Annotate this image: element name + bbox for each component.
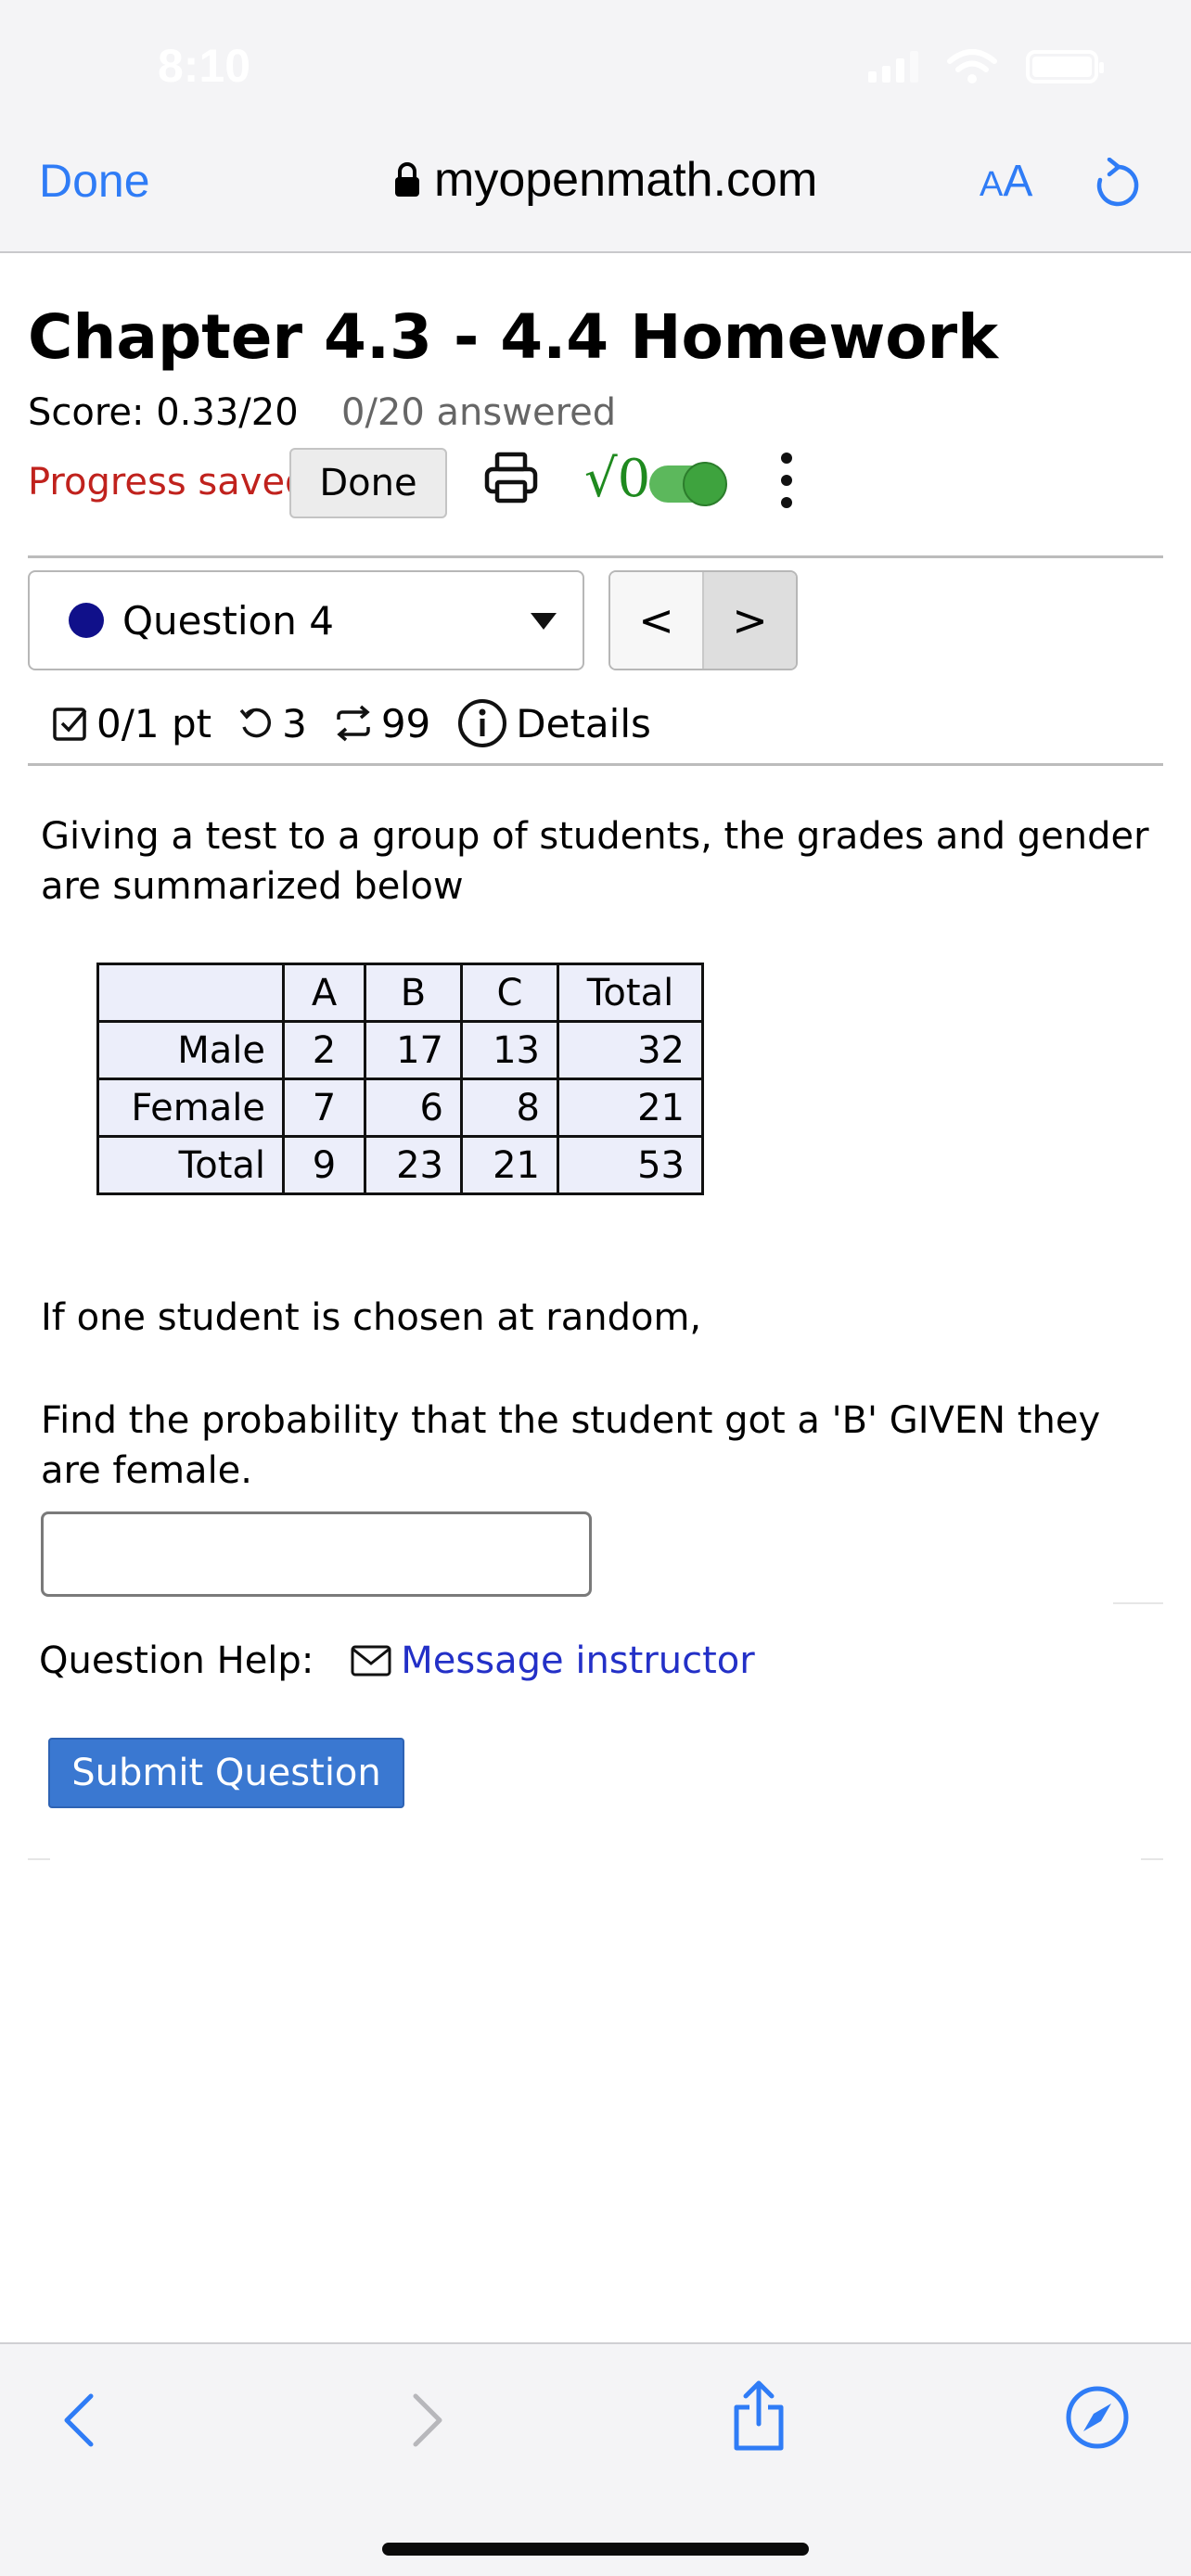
reload-icon[interactable] [1093,158,1141,210]
details-button[interactable]: Details [456,697,651,749]
regenerate-icon [337,705,370,742]
forward-icon[interactable] [403,2391,449,2450]
home-indicator [382,2543,809,2556]
chevron-down-icon [531,613,557,630]
table-cell: 17 [364,1020,463,1080]
table-row: Total 9 23 21 53 [96,1135,704,1195]
table-cell: 2 [282,1020,366,1080]
compass-icon[interactable] [1065,2385,1130,2450]
answer-input[interactable] [41,1511,592,1597]
mail-icon [351,1645,391,1677]
browser-bottom-bar [0,2342,1191,2576]
address-bar[interactable]: myopenmath.com [393,152,817,208]
table-cell: 53 [557,1135,704,1195]
wifi-icon [947,49,997,83]
info-icon [458,699,507,747]
table-cell: 13 [460,1020,559,1080]
table-cell: 6 [364,1078,463,1138]
table-cell: A [282,963,366,1023]
status-icons [868,48,1104,85]
answered-count: 0/20 answered [341,391,617,434]
status-time: 8:10 [158,40,251,92]
table-cell: 7 [282,1078,366,1138]
previous-question-button[interactable]: < [610,572,704,669]
more-options-icon[interactable] [781,453,794,508]
attempts-count: 3 [282,700,307,746]
table-cell [96,963,285,1023]
attempts-icon [239,708,272,738]
question-status-dot [69,603,104,638]
table-cell: 23 [364,1135,463,1195]
printer-icon[interactable] [482,449,540,506]
back-icon[interactable] [58,2391,104,2450]
table-cell: Female [96,1078,285,1138]
table-cell: Total [557,963,704,1023]
signal-icon [868,51,918,83]
divider [28,555,1163,558]
progress-saved-text: Progress saved [28,461,309,504]
score-text: Score: 0.33/20 [28,391,299,434]
question-select-label: Question 4 [122,597,334,644]
math-entry-icon: √0 [584,449,651,509]
divider [1113,1602,1163,1604]
question-select[interactable]: Question 4 [28,570,584,670]
table-cell: Male [96,1020,285,1080]
details-label: Details [516,700,651,746]
table-row: Male 2 17 13 32 [96,1020,704,1080]
question-meta: 0/1 pt 3 99 Details [52,697,677,749]
table-cell: 21 [460,1135,559,1195]
math-entry-toggle[interactable] [649,462,727,506]
table-cell: 9 [282,1135,366,1195]
table-cell: Total [96,1135,285,1195]
question-help: Question Help: Message instructor [39,1639,755,1682]
question-task: Find the probability that the student go… [41,1399,1101,1492]
table-row: Female 7 6 8 21 [96,1078,704,1138]
message-instructor-link[interactable]: Message instructor [401,1639,754,1682]
grades-table: A B C Total Male 2 17 13 32 Female 7 6 8… [96,963,704,1195]
question-pager: < > [608,570,798,670]
question-help-label: Question Help: [39,1639,314,1682]
next-question-button[interactable]: > [704,572,796,669]
submit-question-button[interactable]: Submit Question [48,1738,404,1808]
done-button[interactable]: Done [289,448,447,518]
table-header-row: A B C Total [96,963,704,1023]
divider [28,1858,50,1860]
divider [1141,1858,1163,1860]
share-icon[interactable] [729,2379,788,2454]
url-text: myopenmath.com [434,153,818,207]
table-cell: C [460,963,559,1023]
checkbox-icon [53,708,87,741]
battery-icon [1026,50,1104,83]
table-cell: B [364,963,463,1023]
question-prompt: Giving a test to a group of students, th… [41,815,1149,908]
lock-icon [395,162,419,197]
divider [28,763,1163,766]
question-setup: If one student is chosen at random, [41,1296,702,1339]
page-title: Chapter 4.3 - 4.4 Homework [28,301,999,373]
table-cell: 21 [557,1078,704,1138]
browser-top-bar: 8:10 Done myopenmath.com AA [0,0,1191,253]
table-cell: 32 [557,1020,704,1080]
table-cell: 8 [460,1078,559,1138]
browser-done-button[interactable]: Done [39,154,150,208]
regenerations-count: 99 [380,700,431,746]
points-text: 0/1 pt [96,700,212,746]
text-size-button[interactable]: AA [980,156,1032,207]
